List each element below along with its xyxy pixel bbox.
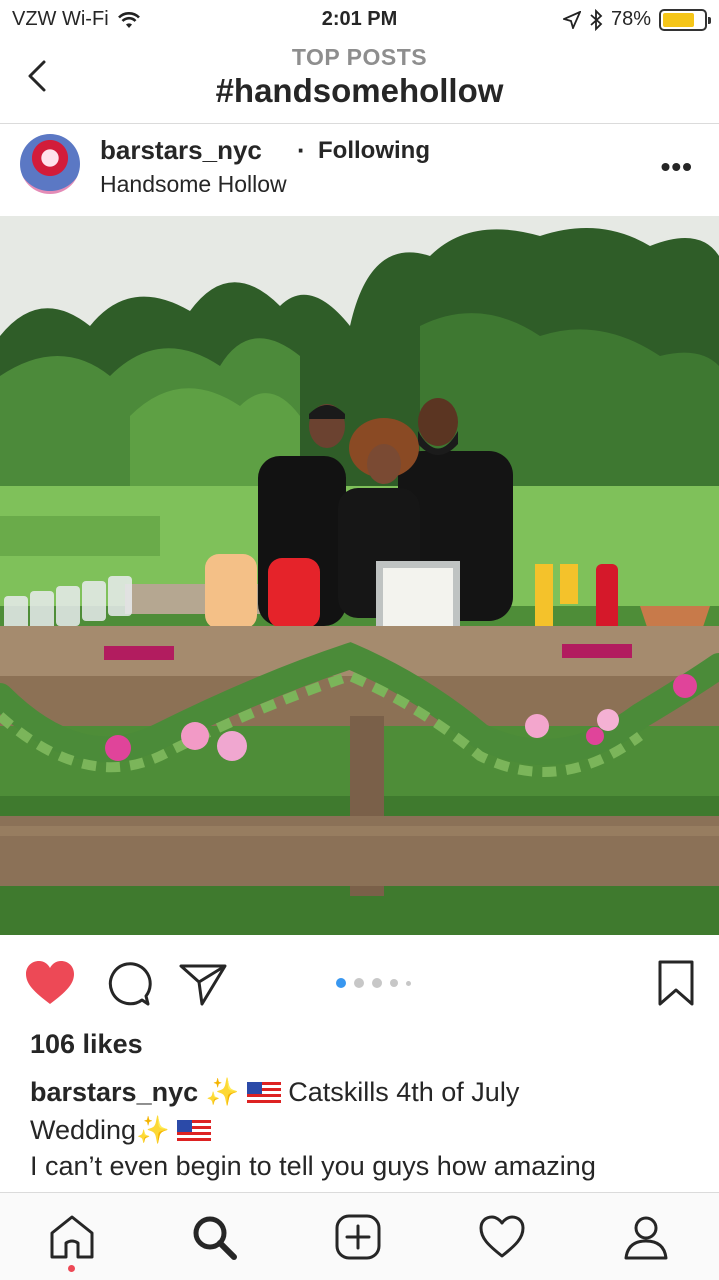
caption-text-1: Catskills 4th of July	[280, 1077, 520, 1107]
like-heart-icon[interactable]	[24, 960, 76, 1008]
status-bar: VZW Wi-Fi 2:01 PM 78%	[0, 0, 719, 40]
lemonade-dispenser	[205, 554, 257, 629]
punch-dispenser	[268, 558, 320, 628]
caption-text-2: Wedding✨	[30, 1115, 178, 1145]
post-photo[interactable]	[0, 216, 719, 935]
carousel-indicator	[336, 978, 411, 988]
post-location[interactable]: Handsome Hollow	[100, 171, 287, 198]
carousel-dot	[390, 979, 398, 987]
home-notification-dot	[68, 1265, 75, 1272]
battery-fill	[663, 12, 695, 27]
caption-sparkle-text: ✨	[198, 1077, 247, 1107]
carousel-dot	[406, 980, 411, 986]
home-icon[interactable]	[48, 1213, 96, 1261]
bottom-tab-bar	[0, 1192, 719, 1280]
us-flag-icon	[246, 1082, 281, 1104]
post-photo-illustration	[0, 216, 719, 935]
comment-icon[interactable]	[102, 960, 154, 1008]
location-arrow-icon	[562, 10, 581, 29]
battery-icon	[659, 8, 711, 31]
carousel-dot	[354, 978, 364, 988]
battery-percent: 78%	[610, 8, 651, 30]
caption-text-3: I can’t even begin to tell you guys how …	[30, 1151, 596, 1181]
search-icon[interactable]	[190, 1213, 238, 1261]
profile-icon[interactable]	[622, 1213, 670, 1261]
separator-dot: ·	[297, 135, 306, 165]
post-caption: barstars_nyc ✨ Catskills 4th of July Wed…	[30, 1073, 700, 1149]
us-flag-icon	[177, 1120, 212, 1142]
share-direct-icon[interactable]	[178, 960, 230, 1008]
caption-username[interactable]: barstars_nyc	[30, 1077, 198, 1107]
add-post-icon[interactable]	[334, 1213, 382, 1261]
following-button[interactable]: Following	[318, 137, 430, 165]
bluetooth-icon	[590, 8, 603, 31]
post-header: barstars_nyc · Following Handsome Hollow…	[0, 125, 719, 215]
likes-count[interactable]: 106 likes	[30, 1029, 143, 1060]
carousel-dot	[336, 978, 346, 988]
page-kicker: TOP POSTS	[291, 44, 428, 70]
avatar[interactable]	[20, 134, 80, 194]
carousel-dot	[372, 978, 382, 988]
post-username[interactable]: barstars_nyc	[100, 135, 262, 166]
status-right: 78%	[562, 8, 711, 31]
activity-heart-icon[interactable]	[478, 1213, 526, 1261]
page-title: #handsomehollow	[215, 72, 504, 109]
top-navigation: TOP POSTS #handsomehollow	[0, 40, 719, 124]
post-actions	[0, 940, 719, 1030]
save-bookmark-icon[interactable]	[654, 960, 706, 1008]
more-options-icon[interactable]: •••	[661, 151, 693, 183]
